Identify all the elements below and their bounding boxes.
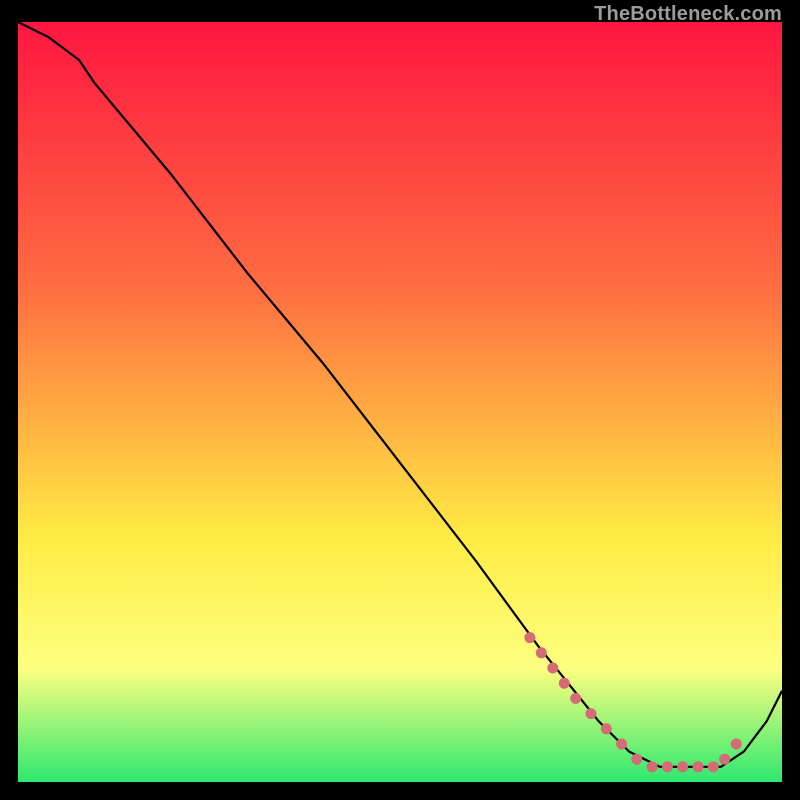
marker-point bbox=[616, 739, 627, 750]
marker-point bbox=[547, 663, 558, 674]
marker-point bbox=[601, 723, 612, 734]
marker-point bbox=[524, 632, 535, 643]
marker-point bbox=[708, 761, 719, 772]
marker-point bbox=[719, 754, 730, 765]
marker-point bbox=[677, 761, 688, 772]
gradient-background bbox=[18, 22, 782, 782]
marker-point bbox=[731, 739, 742, 750]
marker-point bbox=[662, 761, 673, 772]
marker-point bbox=[559, 678, 570, 689]
marker-point bbox=[647, 761, 658, 772]
marker-point bbox=[586, 708, 597, 719]
plot-area bbox=[18, 22, 782, 782]
plot-svg bbox=[18, 22, 782, 782]
marker-point bbox=[536, 647, 547, 658]
watermark-text: TheBottleneck.com bbox=[594, 3, 782, 26]
chart-stage: TheBottleneck.com bbox=[0, 0, 800, 800]
marker-point bbox=[693, 761, 704, 772]
marker-point bbox=[631, 754, 642, 765]
marker-point bbox=[570, 693, 581, 704]
